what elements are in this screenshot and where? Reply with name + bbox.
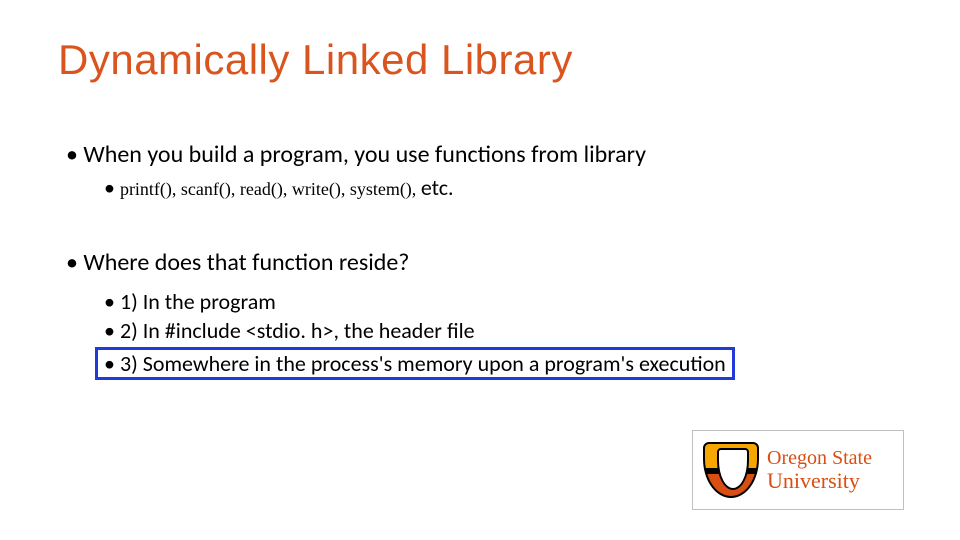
bullet-functions-list: printf(), scanf(), read(), write(), syst…: [104, 174, 900, 202]
bullet-build-program: When you build a program, you use functi…: [66, 140, 900, 170]
answer-3-text: 3) Somewhere in the process's memory upo…: [95, 347, 735, 381]
osu-crest-icon: [703, 442, 759, 498]
osu-wordmark-line1: Oregon State: [767, 448, 872, 468]
mono-functions: printf(), scanf(), read(), write(), syst…: [120, 179, 421, 199]
answer-3-highlighted: 3) Somewhere in the process's memory upo…: [104, 347, 900, 381]
osu-wordmark: Oregon State University: [767, 448, 872, 492]
bullet-where-question: Where does that function reside?: [66, 248, 900, 278]
slide-title: Dynamically Linked Library: [58, 36, 573, 84]
osu-logo: Oregon State University: [692, 430, 904, 510]
answer-1: 1) In the program: [104, 288, 900, 316]
slide-body: When you build a program, you use functi…: [66, 140, 900, 382]
osu-wordmark-line2: University: [767, 470, 872, 492]
answer-2: 2) In #include <stdio. h>, the header fi…: [104, 317, 900, 345]
etc-text: etc.: [421, 174, 454, 201]
